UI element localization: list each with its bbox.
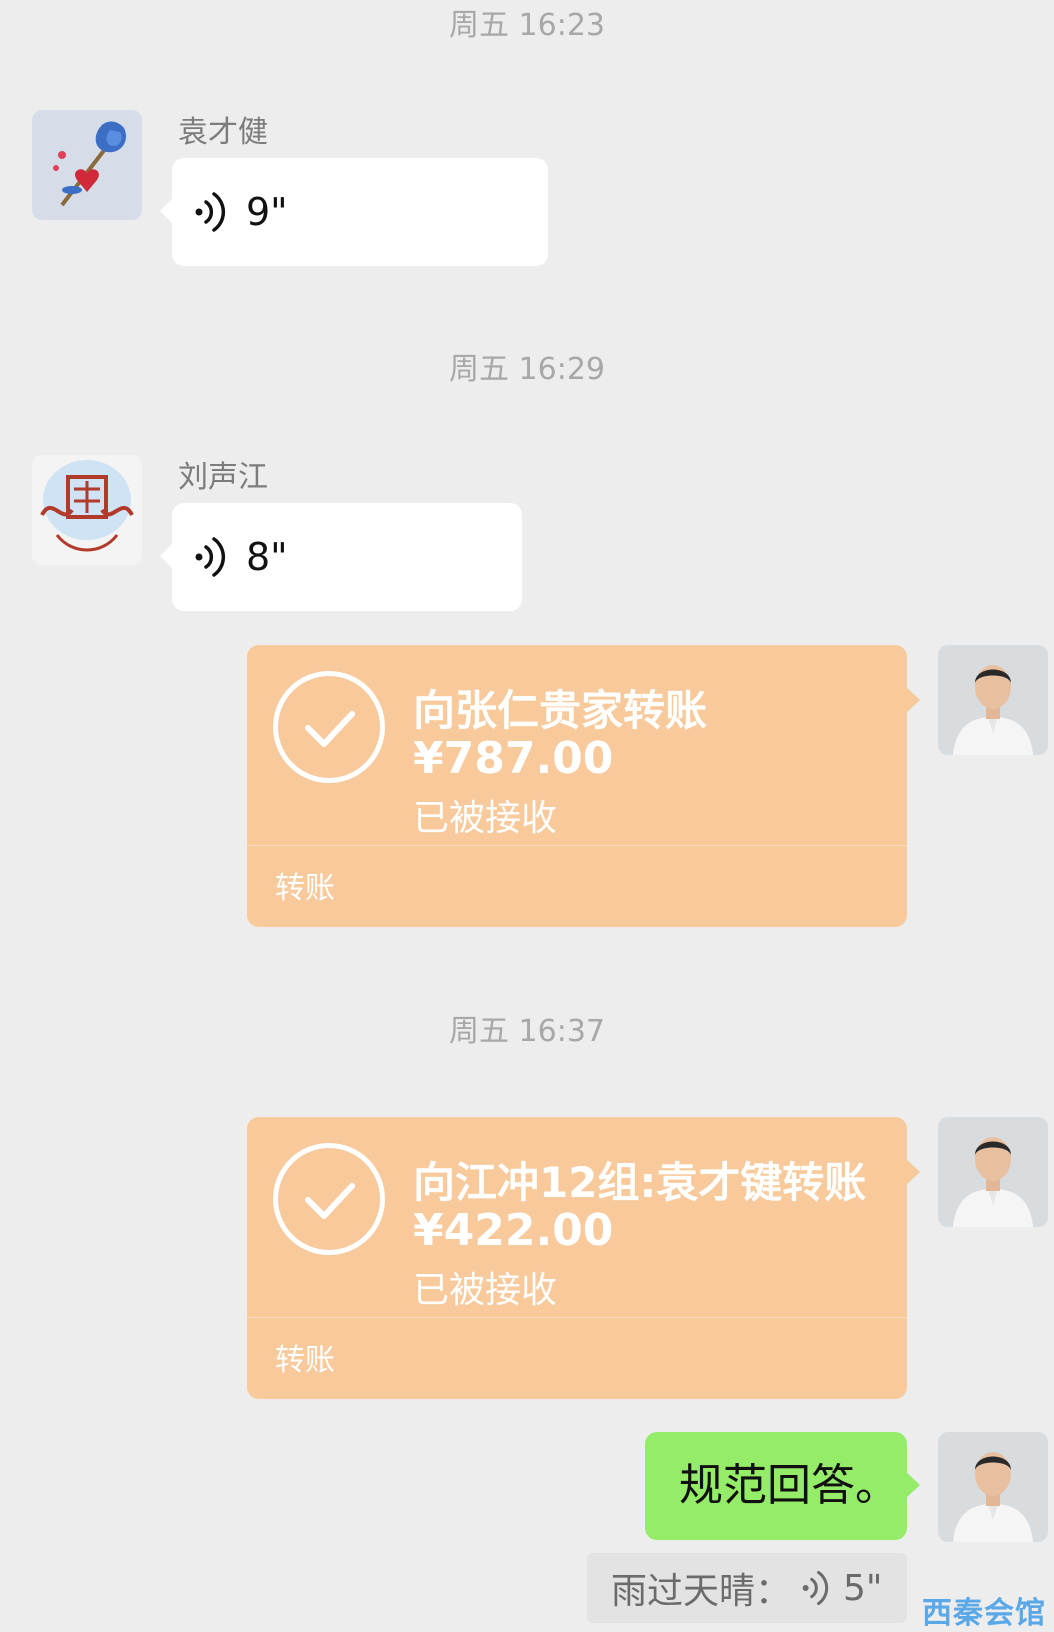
avatar-yuan[interactable]: [32, 110, 142, 220]
transfer-status: 已被接收: [413, 1270, 558, 1311]
voice-duration: 9": [246, 190, 288, 234]
man-portrait-icon: [938, 1432, 1048, 1542]
voice-wave-icon: [195, 192, 226, 232]
voice-message[interactable]: 9": [160, 158, 548, 266]
timestamp: 周五 16:37: [449, 1014, 605, 1049]
check-circle-icon: [273, 671, 385, 783]
voice-wave-icon: [195, 537, 226, 577]
quote-label: 雨过天晴：: [611, 1571, 792, 1612]
voice-message[interactable]: 8": [160, 503, 522, 611]
voice-duration: 8": [246, 535, 288, 579]
timestamp: 周五 16:29: [449, 352, 605, 387]
message-text: 规范回答。: [679, 1460, 899, 1511]
transfer-amount: ¥422.00: [413, 1205, 614, 1256]
transfer-title: 向江冲12组:袁才键转账: [413, 1158, 867, 1207]
man-portrait-icon: [938, 645, 1048, 755]
avatar-self[interactable]: [938, 645, 1048, 755]
avatar-liu[interactable]: [32, 455, 142, 565]
transfer-footer: 转账: [275, 871, 335, 906]
watermark: 西秦会馆: [922, 1596, 1046, 1631]
quote-duration: 5": [843, 1567, 883, 1609]
sender-name: 刘声江: [178, 460, 268, 495]
transfer-amount: ¥787.00: [413, 733, 614, 784]
transfer-card[interactable]: 向江冲12组:袁才键转账 ¥422.00 已被接收 转账: [247, 1117, 920, 1399]
check-circle-icon: [273, 1143, 385, 1255]
voice-wave-icon: [802, 1570, 829, 1606]
divider: [247, 1317, 907, 1318]
divider: [247, 845, 907, 846]
rose-heart-icon: [32, 110, 142, 220]
sender-name: 袁才健: [178, 115, 268, 150]
seal-logo-icon: [32, 455, 142, 565]
transfer-card[interactable]: 向张仁贵家转账 ¥787.00 已被接收 转账: [247, 645, 920, 927]
timestamp: 周五 16:23: [449, 8, 605, 43]
transfer-status: 已被接收: [413, 798, 558, 839]
avatar-self[interactable]: [938, 1117, 1048, 1227]
transfer-footer: 转账: [275, 1343, 335, 1378]
sent-text-message[interactable]: 规范回答。: [645, 1432, 920, 1540]
transfer-title: 向张仁贵家转账: [413, 686, 708, 735]
avatar-self[interactable]: [938, 1432, 1048, 1542]
man-portrait-icon: [938, 1117, 1048, 1227]
quoted-voice-reference[interactable]: 雨过天晴： 5": [587, 1553, 907, 1623]
